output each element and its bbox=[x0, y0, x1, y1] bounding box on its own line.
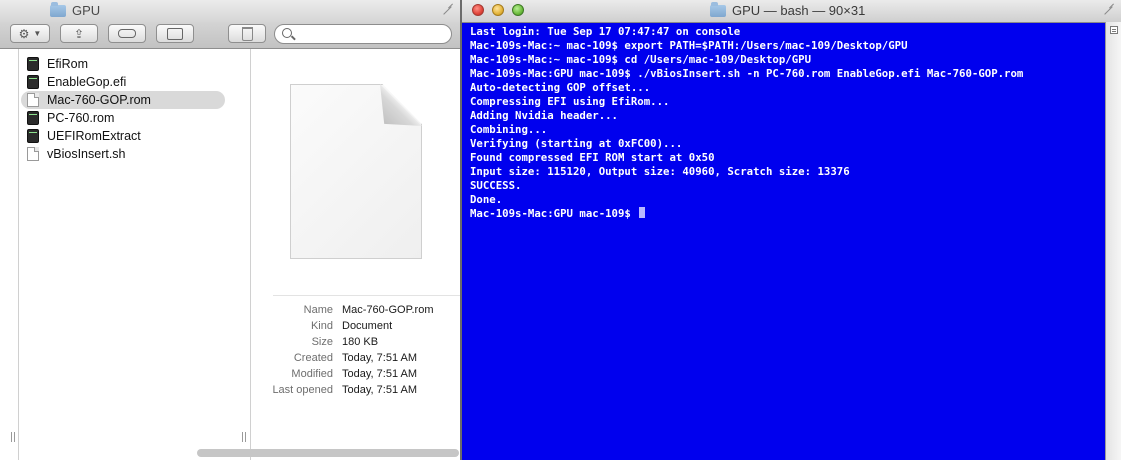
shell-prompt: Mac-109s-Mac:GPU mac-109$ bbox=[470, 207, 638, 220]
share-button[interactable]: ⇪ bbox=[60, 24, 98, 43]
terminal-line: Mac-109s-Mac:GPU mac-109$ ./vBiosInsert.… bbox=[470, 67, 1024, 80]
tags-button[interactable] bbox=[108, 24, 146, 43]
column-resize-handle[interactable] bbox=[241, 432, 247, 442]
info-row: Last opened Today, 7:51 AM bbox=[251, 384, 460, 400]
info-value: 180 KB bbox=[342, 336, 379, 348]
action-menu-button[interactable]: ⚙ ▼ bbox=[10, 24, 50, 43]
file-list-item[interactable]: UEFIRomExtract bbox=[21, 127, 225, 145]
terminal-line: Compressing EFI using EfiRom... bbox=[470, 95, 670, 108]
finder-window: GPU ⚙ ▼ ⇪ EfiRom EnableGop.efi Mac-760-GOP… bbox=[0, 0, 460, 460]
terminal-line: Mac-109s-Mac:~ mac-109$ export PATH=$PAT… bbox=[470, 39, 908, 52]
finder-titlebar[interactable]: GPU bbox=[0, 0, 460, 22]
new-folder-button[interactable] bbox=[156, 24, 194, 43]
info-label: Modified bbox=[291, 368, 333, 380]
info-value: Today, 7:51 AM bbox=[342, 368, 418, 380]
terminal-line: Input size: 115120, Output size: 40960, … bbox=[470, 165, 850, 178]
terminal-line: Mac-109s-Mac:~ mac-109$ cd /Users/mac-10… bbox=[470, 53, 812, 66]
terminal-line: Last login: Tue Sep 17 07:47:47 on conso… bbox=[470, 25, 741, 38]
search-field[interactable] bbox=[274, 24, 452, 44]
folder-icon bbox=[710, 1, 726, 17]
preview-pane: Name Mac-760-GOP.rom Kind Document Size 180 K… bbox=[251, 49, 460, 460]
file-column[interactable]: EfiRom EnableGop.efi Mac-760-GOP.rom PC-760… bbox=[19, 49, 251, 460]
executable-file-icon bbox=[27, 129, 39, 143]
document-file-icon bbox=[27, 147, 39, 161]
terminal-prompt-line[interactable]: Mac-109s-Mac:GPU mac-109$ bbox=[470, 207, 1100, 221]
document-file-icon bbox=[27, 93, 39, 107]
finder-title-text: GPU bbox=[72, 3, 101, 18]
info-value: Today, 7:51 AM bbox=[342, 384, 418, 396]
file-name: EfiRom bbox=[47, 57, 88, 71]
search-icon bbox=[282, 28, 292, 38]
file-list-item[interactable]: Mac-760-GOP.rom bbox=[21, 91, 225, 109]
minimize-button[interactable] bbox=[492, 4, 504, 16]
parent-column[interactable] bbox=[0, 49, 19, 460]
file-list-item[interactable]: EnableGop.efi bbox=[21, 73, 225, 91]
file-name: Mac-760-GOP.rom bbox=[47, 93, 151, 107]
file-name: vBiosInsert.sh bbox=[47, 147, 126, 161]
info-value: Mac-760-GOP.rom bbox=[342, 304, 434, 316]
file-list-item[interactable]: EfiRom bbox=[21, 55, 225, 73]
folder-icon bbox=[50, 1, 66, 17]
split-pane-icon[interactable] bbox=[1110, 26, 1118, 34]
terminal-line: Auto-detecting GOP offset... bbox=[470, 81, 651, 94]
column-resize-handle[interactable] bbox=[10, 432, 16, 442]
chevron-down-icon: ▼ bbox=[33, 29, 42, 38]
file-list-item[interactable]: PC-760.rom bbox=[21, 109, 225, 127]
fullscreen-icon[interactable] bbox=[1102, 4, 1115, 17]
search-input[interactable] bbox=[297, 26, 451, 44]
terminal-line: SUCCESS. bbox=[470, 179, 522, 192]
terminal-line: Adding Nvidia header... bbox=[470, 109, 618, 122]
zoom-button[interactable] bbox=[512, 4, 524, 16]
terminal-output[interactable]: Last login: Tue Sep 17 07:47:47 on conso… bbox=[470, 25, 1100, 221]
finder-toolbar: ⚙ ▼ ⇪ bbox=[0, 22, 460, 49]
info-row: Name Mac-760-GOP.rom bbox=[251, 304, 460, 320]
info-row: Modified Today, 7:51 AM bbox=[251, 368, 460, 384]
terminal-line: Combining... bbox=[470, 123, 548, 136]
gear-icon: ⚙ bbox=[18, 26, 30, 41]
info-value: Today, 7:51 AM bbox=[342, 352, 418, 364]
terminal-titlebar[interactable]: GPU — bash — 90×31 bbox=[462, 0, 1121, 23]
info-label: Kind bbox=[310, 320, 333, 332]
info-label: Last opened bbox=[272, 384, 333, 396]
file-name: UEFIRomExtract bbox=[47, 129, 141, 143]
horizontal-scrollbar[interactable] bbox=[197, 449, 459, 457]
text-cursor bbox=[639, 207, 646, 218]
tag-icon bbox=[118, 29, 136, 38]
file-name: PC-760.rom bbox=[47, 111, 115, 125]
terminal-line: Verifying (starting at 0xFC00)... bbox=[470, 137, 683, 150]
document-preview-icon bbox=[290, 84, 422, 259]
info-label: Size bbox=[311, 336, 333, 348]
info-value: Document bbox=[342, 320, 393, 332]
info-label: Created bbox=[293, 352, 333, 364]
terminal-title: GPU — bash — 90×31 bbox=[710, 1, 866, 18]
divider bbox=[273, 295, 460, 296]
file-name: EnableGop.efi bbox=[47, 75, 127, 89]
trash-icon bbox=[241, 26, 253, 41]
executable-file-icon bbox=[27, 111, 39, 125]
info-label: Name bbox=[303, 304, 333, 316]
terminal-line: Done. bbox=[470, 193, 503, 206]
folder-plus-icon bbox=[167, 27, 183, 40]
finder-title: GPU bbox=[50, 1, 101, 18]
info-row: Kind Document bbox=[251, 320, 460, 336]
close-button[interactable] bbox=[472, 4, 484, 16]
terminal-title-text: GPU — bash — 90×31 bbox=[732, 3, 866, 18]
terminal-window: GPU — bash — 90×31 Last login: Tue Sep 1… bbox=[462, 0, 1121, 460]
executable-file-icon bbox=[27, 75, 39, 89]
executable-file-icon bbox=[27, 57, 39, 71]
info-row: Size 180 KB bbox=[251, 336, 460, 352]
share-icon: ⇪ bbox=[73, 26, 85, 41]
fullscreen-icon[interactable] bbox=[441, 4, 454, 17]
trash-button[interactable] bbox=[228, 24, 266, 43]
terminal-line: Found compressed EFI ROM start at 0x50 bbox=[470, 151, 715, 164]
file-list-item[interactable]: vBiosInsert.sh bbox=[21, 145, 225, 163]
info-row: Created Today, 7:51 AM bbox=[251, 352, 460, 368]
vertical-scrollbar[interactable] bbox=[1105, 22, 1121, 460]
